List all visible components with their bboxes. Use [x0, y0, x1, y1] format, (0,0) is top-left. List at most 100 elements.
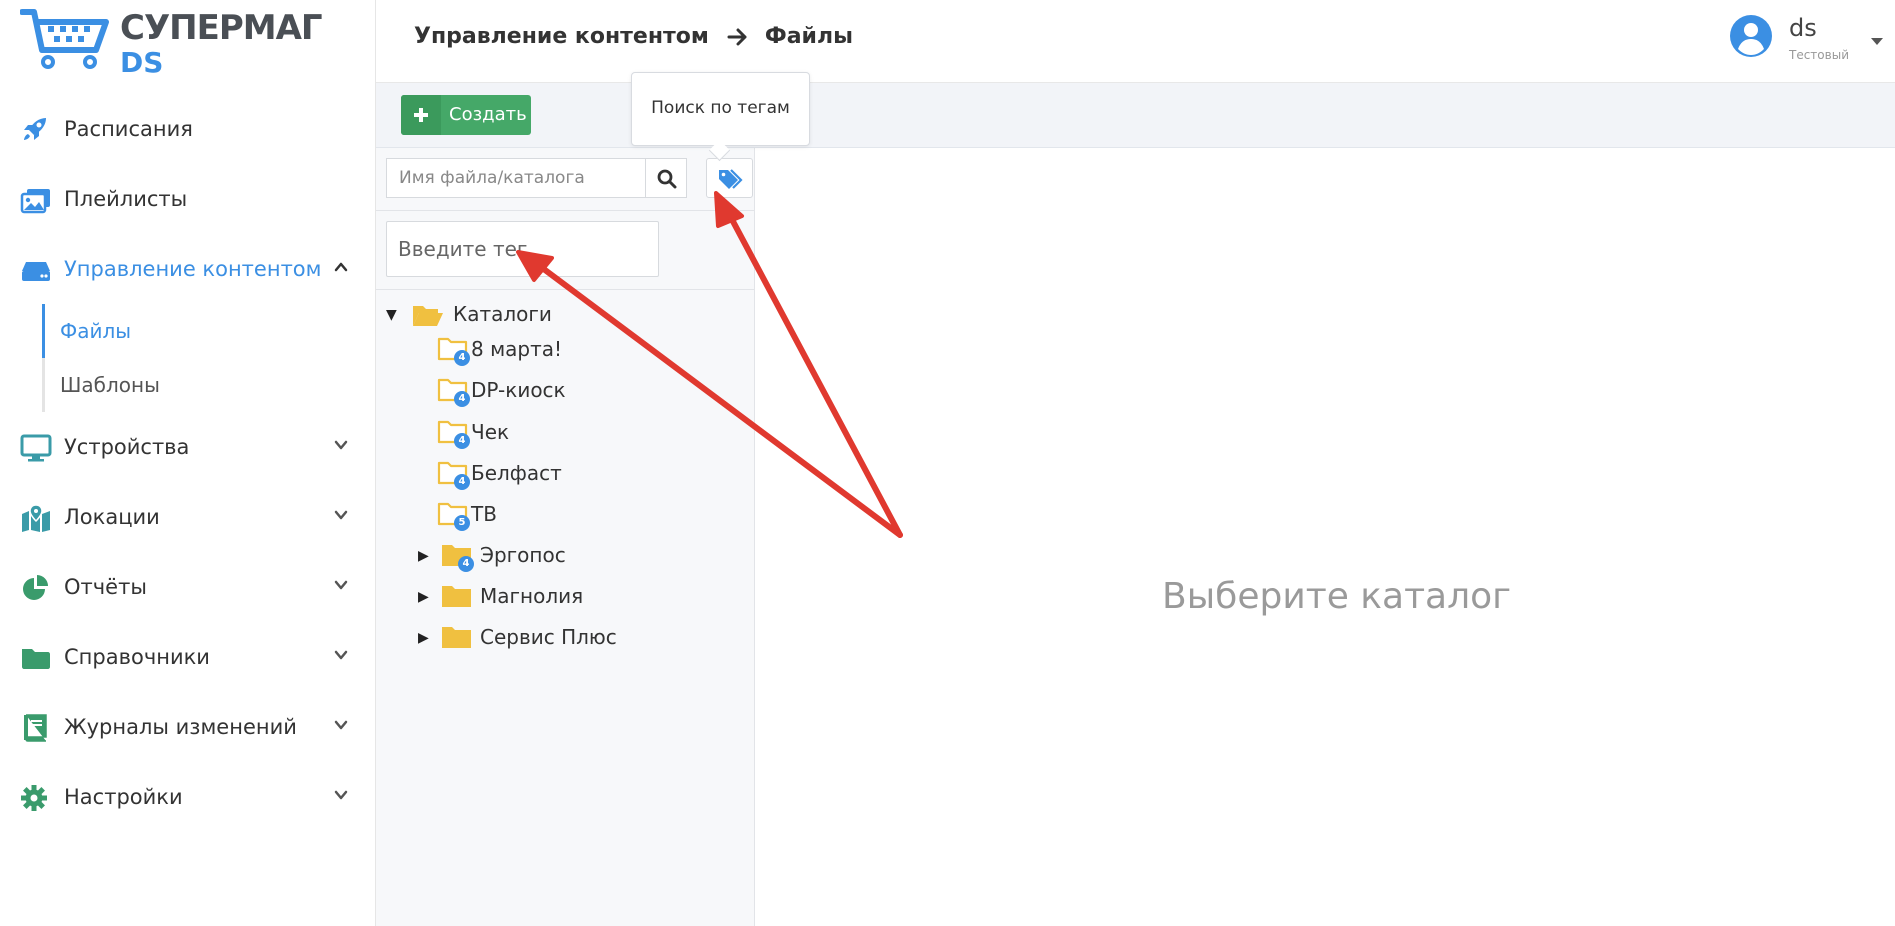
chevron-up-icon	[334, 262, 348, 272]
sidebar-item-label: Отчёты	[64, 575, 147, 599]
item-count-badge: 5	[454, 515, 470, 531]
logo-title: СУПЕРМАГ	[120, 8, 323, 48]
tree-label: Эргопос	[480, 543, 566, 567]
chevron-down-icon	[334, 790, 348, 800]
tree-label: DP-киоск	[471, 378, 566, 402]
monitor-icon	[20, 434, 52, 462]
item-count-badge: 4	[454, 433, 470, 449]
tree-item[interactable]: 4 DP-киоск	[376, 374, 754, 408]
user-role: Тестовый	[1789, 48, 1849, 62]
chevron-down-icon	[334, 580, 348, 590]
chevron-down-icon	[334, 650, 348, 660]
sidebar-item-settings[interactable]: Настройки	[0, 762, 375, 832]
tree-label: Магнолия	[480, 584, 584, 608]
collapsed-triangle-icon[interactable]: ▶	[418, 590, 432, 604]
file-search-input[interactable]	[386, 158, 645, 198]
sidebar-item-label: Расписания	[64, 117, 193, 141]
sidebar-item-devices[interactable]: Устройства	[0, 412, 375, 482]
sidebar-item-label: Управление контентом	[64, 257, 322, 281]
submenu-item-templates[interactable]: Шаблоны	[45, 358, 375, 412]
search-icon	[657, 169, 677, 189]
gear-icon	[21, 785, 47, 811]
user-menu[interactable]: ds Тестовый	[1729, 14, 1883, 68]
chevron-down-icon	[334, 720, 348, 730]
map-icon	[22, 504, 50, 532]
item-count-badge: 4	[454, 474, 470, 490]
tree-root-catalogs[interactable]: ▼ Каталоги	[376, 298, 754, 332]
sidebar-item-playlists[interactable]: Плейлисты	[0, 164, 375, 234]
item-count-badge: 4	[458, 556, 474, 572]
plus-icon	[401, 95, 441, 135]
tree-item[interactable]: ▶ 4 Эргопос	[376, 539, 754, 573]
create-button[interactable]: Создать	[401, 95, 531, 135]
caret-down-icon	[1871, 38, 1883, 45]
empty-state-text: Выберите каталог	[1162, 576, 1512, 617]
item-count-badge: 4	[454, 391, 470, 407]
tree-item[interactable]: 5 ТВ	[376, 498, 754, 532]
folder-icon	[442, 586, 471, 607]
tag-search-tooltip: Поиск по тегам	[631, 72, 810, 162]
tree-label: ТВ	[471, 502, 497, 526]
book-icon	[24, 714, 47, 742]
sidebar-item-label: Журналы изменений	[64, 715, 297, 739]
create-button-label: Создать	[449, 104, 527, 125]
tree-label: 8 марта!	[471, 337, 563, 361]
sidebar-item-reports[interactable]: Отчёты	[0, 552, 375, 622]
submenu-item-files[interactable]: Файлы	[42, 304, 375, 358]
content-submenu: Файлы Шаблоны	[42, 304, 375, 412]
tree-item[interactable]: ▶ Сервис Плюс	[376, 621, 754, 655]
sidebar-item-label: Локации	[64, 505, 160, 529]
search-button[interactable]	[645, 158, 687, 198]
collapsed-triangle-icon[interactable]: ▶	[418, 549, 432, 563]
sidebar-item-schedules[interactable]: Расписания	[0, 94, 375, 164]
sidebar-item-label: Устройства	[64, 435, 190, 459]
sidebar-item-label: Справочники	[64, 645, 210, 669]
cart-logo-icon	[20, 9, 109, 69]
tree-label: Белфаст	[471, 461, 562, 485]
sidebar: СУПЕРМАГ DS Расписания Плейлисты Управле…	[0, 0, 376, 926]
tree-item[interactable]: ▶ Магнолия	[376, 580, 754, 614]
rocket-icon	[24, 118, 46, 140]
expanded-triangle-icon[interactable]: ▼	[386, 308, 400, 322]
item-count-badge: 4	[454, 350, 470, 366]
folder-open-icon	[413, 306, 443, 326]
tag-search-button[interactable]	[706, 158, 753, 198]
user-avatar-icon	[1730, 15, 1772, 57]
tree-item[interactable]: 4 Чек	[376, 416, 754, 450]
chevron-down-icon	[334, 440, 348, 450]
search-row	[386, 158, 753, 200]
breadcrumb: Управление контентом Файлы	[414, 24, 853, 49]
logo-subtitle: DS	[120, 46, 164, 79]
collapsed-triangle-icon[interactable]: ▶	[418, 631, 432, 645]
tree-label: Сервис Плюс	[480, 625, 617, 649]
sidebar-menu: Расписания Плейлисты Управление контенто…	[0, 94, 375, 832]
pie-chart-icon	[23, 575, 48, 600]
tree-item[interactable]: 4 Белфаст	[376, 457, 754, 491]
file-panel: ▼ Каталоги 4 8 марта! 4 DP-киоск	[376, 148, 755, 926]
sidebar-item-label: Настройки	[64, 785, 183, 809]
main-content: Выберите каталог	[755, 148, 1895, 926]
sidebar-item-directories[interactable]: Справочники	[0, 622, 375, 692]
tree-label: Каталоги	[453, 302, 552, 326]
user-name: ds	[1789, 14, 1817, 42]
tag-input[interactable]	[386, 221, 659, 277]
sidebar-item-label: Плейлисты	[64, 187, 188, 211]
breadcrumb-item-content-management[interactable]: Управление контентом	[414, 24, 709, 49]
breadcrumb-item-files: Файлы	[764, 24, 853, 49]
logo[interactable]: СУПЕРМАГ DS	[20, 8, 323, 80]
tags-icon	[719, 169, 743, 189]
tree-item[interactable]: 4 8 марта!	[376, 333, 754, 367]
toolbar: Создать	[376, 83, 1895, 148]
header: Управление контентом Файлы ds Тестовый	[376, 0, 1895, 83]
sidebar-item-locations[interactable]: Локации	[0, 482, 375, 552]
arrow-right-icon	[727, 28, 747, 45]
tooltip-text: Поиск по тегам	[651, 98, 790, 118]
hdd-icon	[22, 262, 50, 281]
sidebar-item-content-management[interactable]: Управление контентом	[0, 234, 375, 304]
chevron-down-icon	[334, 510, 348, 520]
folder-icon	[442, 627, 471, 648]
divider	[376, 210, 754, 211]
sidebar-item-changelogs[interactable]: Журналы изменений	[0, 692, 375, 762]
folder-icon	[22, 649, 50, 669]
images-icon	[20, 189, 50, 214]
